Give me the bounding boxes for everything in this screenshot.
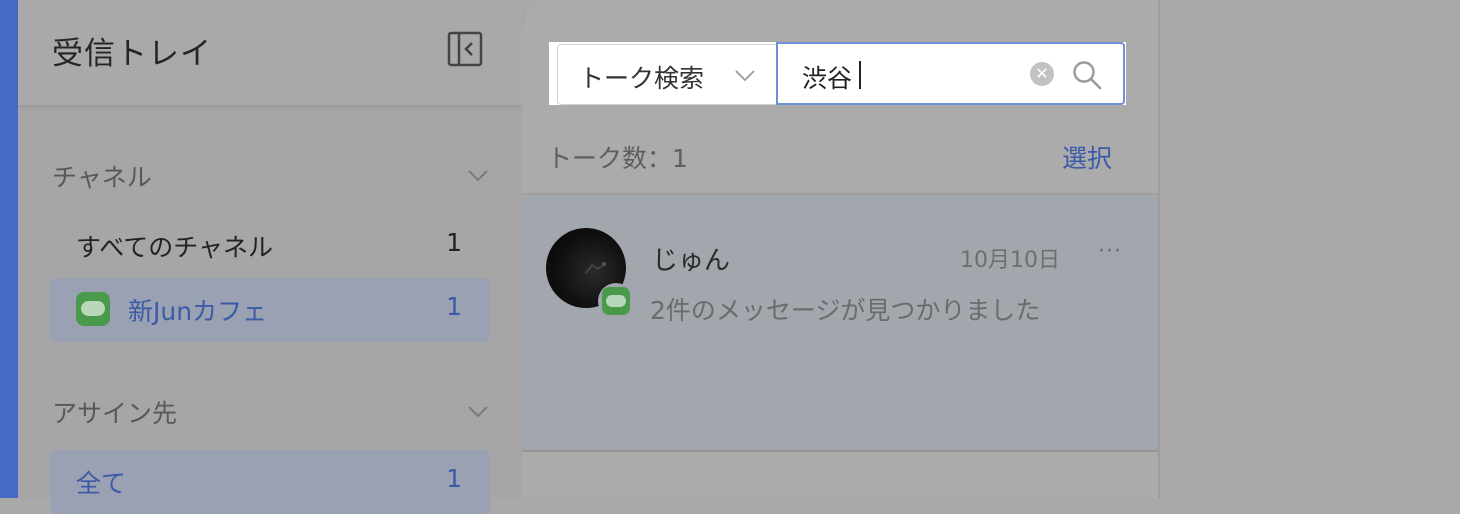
- sidebar-title: 受信トレイ: [52, 36, 212, 72]
- search-query: 渋谷: [802, 64, 853, 93]
- search-icon[interactable]: [1071, 59, 1103, 91]
- clear-icon[interactable]: ✕: [1030, 62, 1054, 86]
- talk-list-item[interactable]: じゅん 10月10日 ··· 2件のメッセージが見つかりました: [522, 195, 1158, 450]
- search-type-select[interactable]: トーク検索: [557, 44, 777, 105]
- app-accent-strip: [0, 0, 18, 498]
- talk-date: 10月10日: [960, 248, 1060, 273]
- sidebar-header: 受信トレイ: [18, 0, 522, 106]
- sidebar-item-label: 新Junカフェ: [128, 297, 268, 326]
- sidebar-item-shin-jun-cafe[interactable]: 新Junカフェ 1: [50, 278, 490, 342]
- more-options-icon[interactable]: ···: [1098, 239, 1122, 264]
- sidebar-item-count: 1: [446, 292, 462, 321]
- chevron-down-icon[interactable]: [468, 406, 488, 418]
- channel-badge: [598, 283, 634, 319]
- sidebar-item-label: 全て: [76, 469, 127, 498]
- inbox-sidebar: 受信トレイ チャネル すべてのチャネル 1 新Junカフェ 1 アサイン先 全て…: [18, 0, 522, 514]
- section-title-channels: チャネル: [52, 163, 152, 192]
- sidebar-item-count: 1: [446, 228, 462, 257]
- line-icon: [602, 287, 630, 315]
- search-type-label: トーク検索: [579, 64, 705, 93]
- select-button[interactable]: 選択: [1062, 139, 1112, 175]
- sidebar-item-all-assignees[interactable]: 全て 1: [50, 450, 490, 514]
- talk-contact-name: じゅん: [652, 246, 731, 276]
- text-caret: [859, 61, 861, 89]
- line-icon: [76, 292, 110, 326]
- chevron-down-icon: [735, 70, 755, 82]
- sidebar-item-count: 1: [446, 464, 462, 493]
- sidebar-collapse-icon[interactable]: [447, 31, 483, 67]
- sidebar-item-label: すべてのチャネル: [76, 233, 274, 262]
- talk-preview: 2件のメッセージが見つかりました: [650, 296, 1041, 325]
- list-divider: [522, 450, 1158, 452]
- talk-count: トーク数：1: [547, 144, 688, 173]
- search-input[interactable]: 渋谷 ✕: [776, 42, 1125, 105]
- chevron-down-icon[interactable]: [468, 170, 488, 182]
- section-title-assignee: アサイン先: [52, 399, 178, 428]
- sidebar-item-all-channels[interactable]: すべてのチャネル 1: [50, 214, 490, 278]
- panel-divider: [1158, 0, 1160, 498]
